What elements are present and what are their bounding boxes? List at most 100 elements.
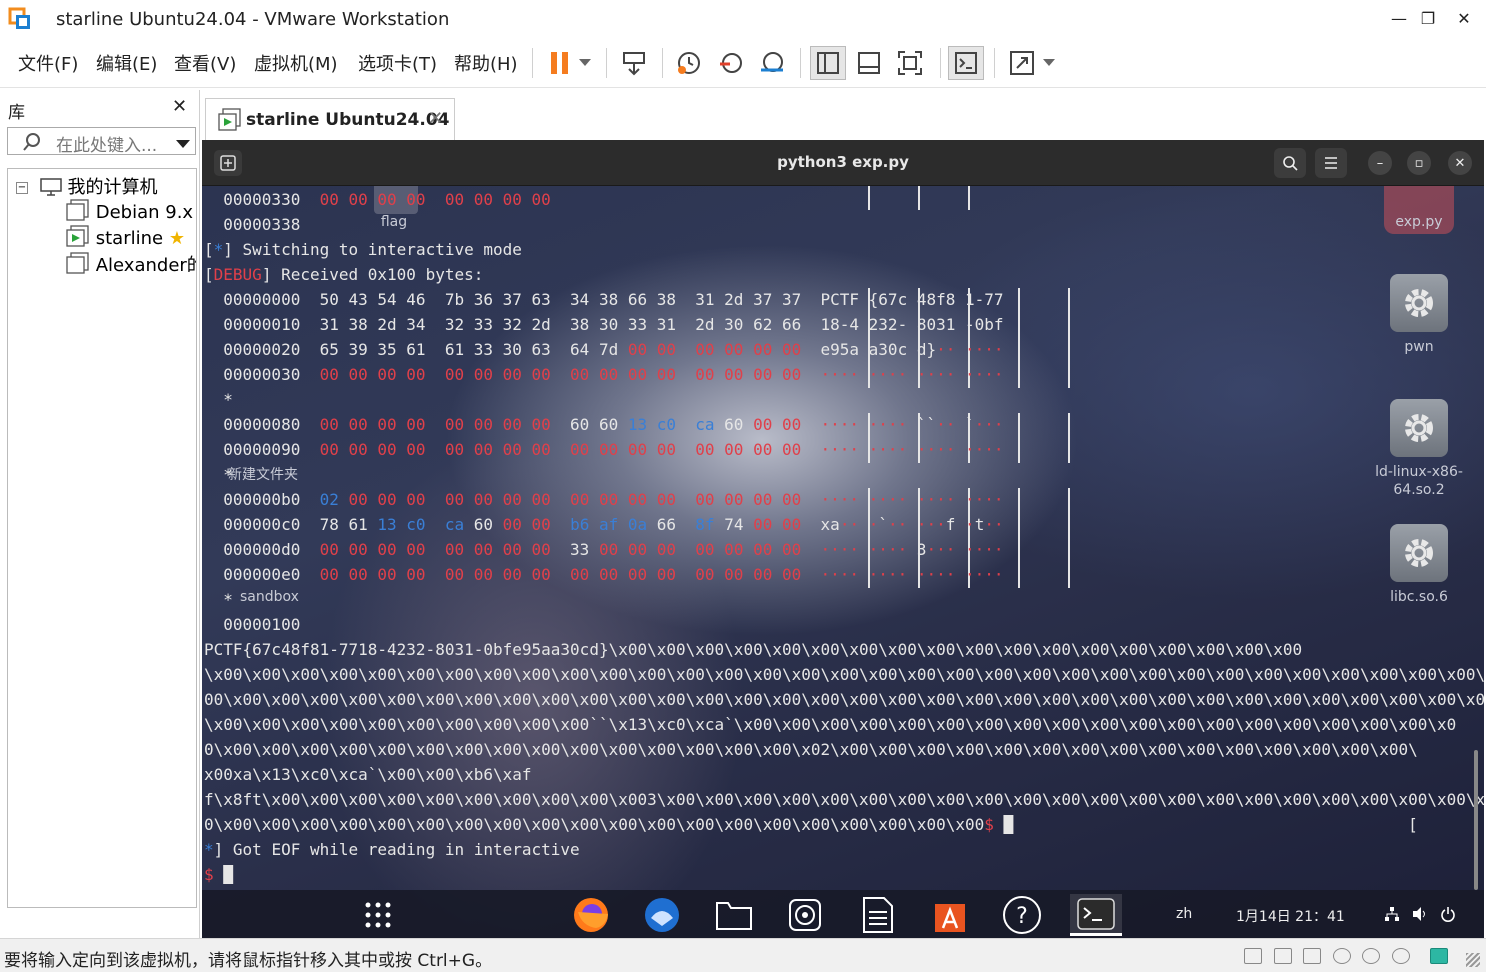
thumbnail-bar-icon[interactable] [851, 46, 887, 80]
hamburger-menu-icon[interactable] [1315, 148, 1347, 178]
terminal-text-segment: PCTF {67c 48f8 1-77 [820, 290, 1004, 309]
menu-file[interactable]: 文件(F) [18, 50, 78, 76]
tab-vm[interactable]: starline Ubuntu24.04 ✕ [205, 98, 455, 140]
power-icon[interactable] [1440, 906, 1456, 926]
fullscreen-icon[interactable] [892, 46, 928, 80]
snapshot-manager-icon[interactable] [754, 46, 790, 80]
terminal-text-segment: ] Got EOF while reading in interactive [213, 840, 580, 859]
network-icon[interactable] [1384, 906, 1400, 926]
terminal-text-segment: * [204, 840, 214, 859]
terminal-line: \x00\x00\x00\x00\x00\x00\x00\x00\x00\x00… [204, 662, 1484, 687]
collapse-icon[interactable]: − [16, 182, 28, 194]
maximize-button[interactable]: ❐ [1413, 6, 1443, 32]
terminal-text-segment: t [974, 515, 985, 534]
menu-view[interactable]: 查看(V) [174, 50, 236, 76]
guest-display[interactable]: exp.py flag pwn ld-linux-x86-64.so.2 lib… [202, 140, 1484, 938]
tree-item-label: starline [95, 228, 164, 249]
terminal-text-segment: 18-4 232- 8031 -0bf [820, 315, 1004, 334]
cd-icon[interactable] [1362, 948, 1380, 964]
files-icon[interactable] [710, 894, 758, 936]
terminal-text-segment: \x00\x00\x00\x00\x00\x00\x00\x00\x00\x00… [204, 715, 1457, 734]
language-indicator[interactable]: zh [1176, 906, 1192, 922]
close-button[interactable]: ✕ [1449, 6, 1479, 32]
firefox-icon[interactable] [567, 894, 615, 936]
terminal-text-segment: 02 [319, 490, 349, 509]
terminal-line: *] Got EOF while reading in interactive [204, 837, 580, 862]
svg-text:?: ? [1016, 904, 1028, 929]
library-search-input[interactable]: 在此处键入... [7, 127, 196, 156]
terminal-line: x00xa\x13\xc0\xca`\x00\x00\xb6\xaf [204, 762, 532, 787]
console-view-icon[interactable] [948, 46, 984, 80]
snapshot-icon[interactable] [671, 46, 707, 80]
terminal-text-segment: 60 [473, 515, 503, 534]
terminal-scrollbar[interactable] [1474, 750, 1478, 890]
chevron-down-icon[interactable] [1038, 46, 1060, 80]
terminal-text-segment: 000000c0 78 61 [204, 515, 378, 534]
menu-tabs[interactable]: 选项卡(T) [358, 50, 437, 76]
terminal-line: * [204, 387, 233, 412]
help-icon[interactable]: ? [998, 894, 1046, 936]
volume-icon[interactable] [1412, 906, 1428, 926]
send-ctrl-alt-del-icon[interactable] [616, 46, 652, 80]
minimize-icon[interactable]: – [1368, 151, 1392, 175]
vm-tree: − 我的计算机 Debian 9.x 6 starline ★ Alexande… [7, 168, 197, 908]
library-title: 库 [8, 103, 25, 123]
tab-close-icon[interactable]: ✕ [428, 108, 443, 129]
rhythmbox-icon[interactable] [781, 894, 829, 936]
gear-icon[interactable] [1390, 524, 1448, 582]
tree-item-starline[interactable]: starline ★ [66, 225, 185, 252]
stretch-guest-icon[interactable] [1004, 46, 1040, 80]
terminal-line: 000000b0 02 00 00 00 00 00 00 00 00 00 0… [204, 487, 1003, 512]
network-adapter-icon[interactable] [1274, 948, 1292, 964]
terminal-text-segment: 00000080 [204, 415, 320, 434]
close-icon[interactable]: ✕ [1448, 151, 1472, 175]
terminal-text-segment: f [945, 515, 966, 534]
terminal-text-segment: 66 [656, 515, 696, 534]
usb-icon[interactable] [1303, 948, 1321, 964]
terminal-text-segment: 00 00 00 00 00 00 00 00 00 00 00 00 00 0… [319, 365, 1004, 384]
menu-vm[interactable]: 虚拟机(M) [254, 50, 338, 76]
terminal-text-segment: ·· [936, 415, 966, 434]
tree-root[interactable]: − 我的计算机 [16, 173, 157, 201]
app-center-icon[interactable] [926, 894, 974, 936]
minimize-button[interactable]: — [1384, 6, 1414, 32]
resize-grip-icon[interactable] [1466, 953, 1480, 967]
writer-icon[interactable] [854, 894, 902, 936]
terminal-text-segment: ·· [984, 515, 1004, 534]
clock[interactable]: 1月14日 21：41 [1236, 906, 1345, 926]
show-library-icon[interactable] [810, 46, 846, 80]
message-log-icon[interactable] [1430, 948, 1448, 964]
ubuntu-dock: ? zh 1月14日 21：41 [202, 890, 1484, 938]
search-icon[interactable] [1274, 148, 1306, 178]
search-icon [22, 132, 42, 156]
tree-item-debian[interactable]: Debian 9.x 6 [66, 199, 196, 226]
library-panel: 库 ✕ 在此处键入... − 我的计算机 Debian 9.x 6 starli… [0, 90, 200, 938]
maximize-icon[interactable]: ▫ [1407, 151, 1431, 175]
terminal-text-segment: `` [916, 415, 937, 434]
title-bar: starline Ubuntu24.04 - VMware Workstatio… [0, 0, 1486, 38]
vm-icon [66, 252, 90, 279]
gear-icon[interactable] [1390, 274, 1448, 332]
menu-edit[interactable]: 编辑(E) [96, 50, 157, 76]
terminal-line: 00000020 65 39 35 61 61 33 30 63 64 7d 0… [204, 337, 1003, 362]
menu-help[interactable]: 帮助(H) [454, 50, 518, 76]
display-icon[interactable] [1392, 948, 1410, 964]
search-placeholder: 在此处键入... [56, 136, 158, 156]
pause-icon[interactable] [542, 46, 578, 80]
revert-snapshot-icon[interactable] [713, 46, 749, 80]
tree-item-alexander[interactable]: Alexander的 [66, 251, 196, 279]
hdd-icon[interactable] [1244, 948, 1262, 964]
terminal-app-icon[interactable] [1070, 894, 1122, 936]
gear-icon[interactable] [1390, 399, 1448, 457]
library-close-button[interactable]: ✕ [172, 96, 187, 117]
terminal-text-segment: $ [984, 815, 1004, 834]
thunderbird-icon[interactable] [638, 894, 686, 936]
chevron-down-icon[interactable] [574, 46, 596, 80]
terminal-text-segment: 00 00 00 00 00 00 [627, 340, 821, 359]
terminal-text-segment: 00000000 50 43 54 46 7b 36 37 63 34 38 6… [204, 290, 821, 309]
terminal-line: 00000338 [204, 212, 300, 237]
sound-icon[interactable] [1333, 948, 1351, 964]
terminal-text-segment: [ [204, 240, 214, 259]
apps-grid-icon[interactable] [354, 894, 402, 936]
chevron-down-icon[interactable] [176, 137, 190, 153]
